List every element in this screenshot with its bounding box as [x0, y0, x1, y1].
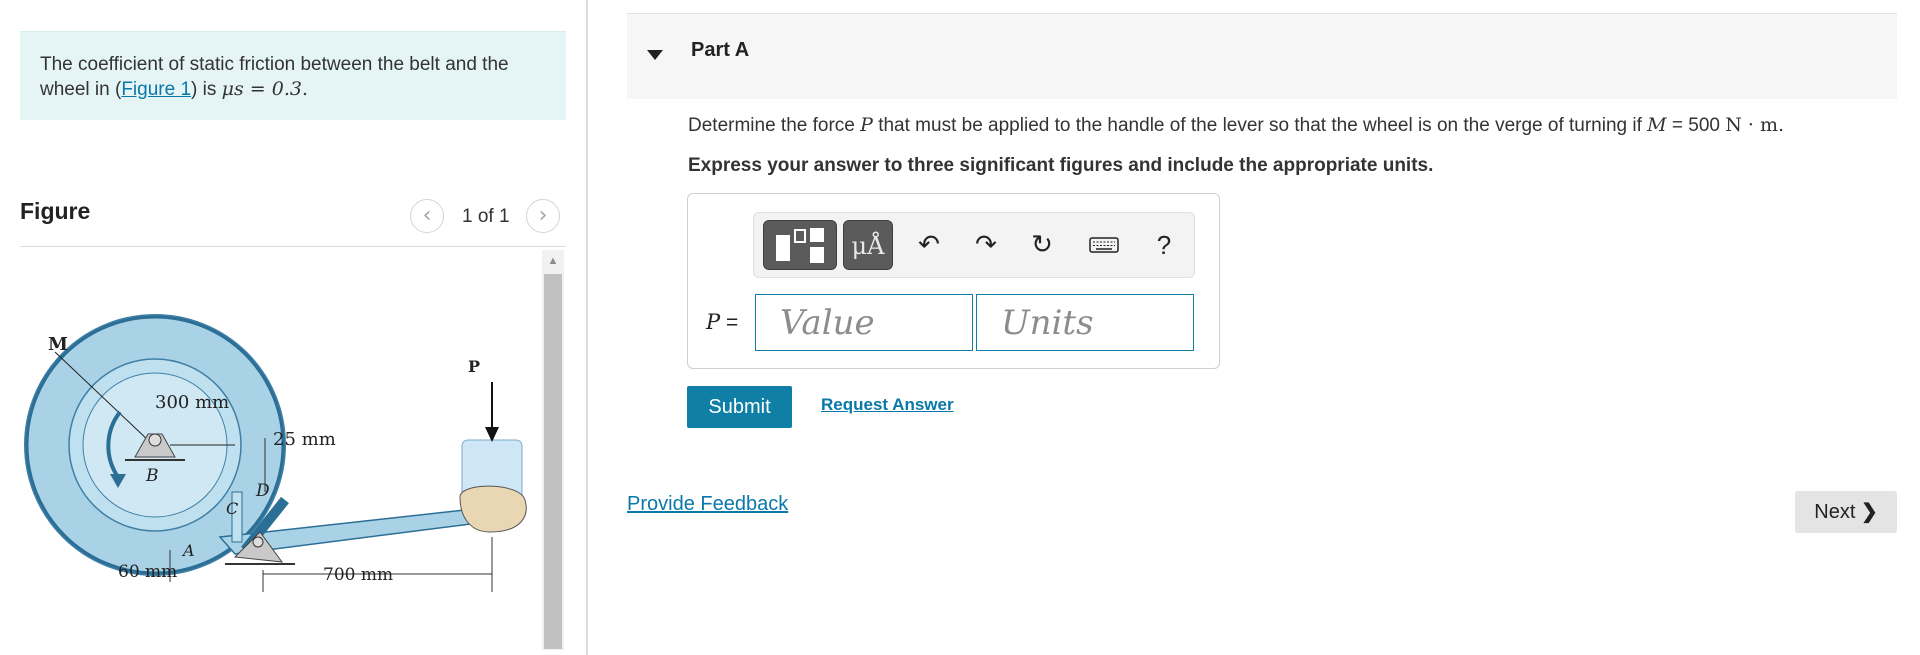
pin-b [148, 433, 162, 447]
chevron-left-icon: ‹ [422, 203, 432, 228]
problem-intro: The coefficient of static friction betwe… [20, 31, 566, 120]
question-units: N · m. [1725, 114, 1785, 136]
value-input[interactable] [755, 294, 973, 351]
chevron-right-icon: › [538, 203, 548, 228]
wheel-lever-diagram: M 300 mm 25 mm B C D A P 60 mm 700 mm [24, 314, 527, 592]
keyboard-icon[interactable] [1084, 225, 1124, 265]
reset-icon[interactable]: ↻ [1022, 225, 1062, 265]
label-gap: 25 mm [273, 429, 336, 450]
label-m: M [48, 334, 68, 355]
figure-heading: Figure [20, 198, 91, 224]
templates-button[interactable] [763, 220, 837, 270]
math-toolbar: μÅ ↶ ↷ ↻ ? [753, 212, 1195, 278]
units-button[interactable]: μÅ [843, 220, 893, 270]
answer-equals: = [720, 311, 739, 334]
question-segment: that must be applied to the handle of th… [872, 115, 1648, 136]
figure-link[interactable]: Figure 1 [121, 79, 191, 100]
label-p: P [468, 357, 480, 376]
answer-label: P = [706, 310, 738, 335]
part-a-header[interactable]: Part A [627, 13, 1897, 99]
label-700: 700 mm [323, 565, 393, 585]
label-a: A [181, 541, 195, 560]
scroll-thumb[interactable] [544, 274, 562, 649]
figure-prev-button[interactable]: ‹ [410, 199, 444, 233]
scroll-up-arrow-icon[interactable]: ▲ [542, 250, 564, 272]
question-value: = 500 [1666, 115, 1726, 136]
caret-down-icon [647, 50, 663, 60]
label-60: 60 mm [118, 562, 177, 582]
figure-navigation: ‹ 1 of 1 › [410, 199, 570, 233]
intro-text-after: ) is [191, 79, 222, 100]
provide-feedback-link[interactable]: Provide Feedback [627, 493, 788, 516]
figure-image: M 300 mm 25 mm B C D A P 60 mm 700 mm [20, 252, 540, 652]
pin-a [252, 536, 264, 548]
label-radius: 300 mm [155, 392, 229, 413]
units-input[interactable] [976, 294, 1194, 351]
figure-counter: 1 of 1 [462, 206, 510, 227]
undo-icon[interactable]: ↶ [909, 225, 949, 265]
label-d: D [255, 481, 270, 501]
chevron-right-icon: ❯ [1860, 501, 1878, 523]
keyboard-svg [1089, 237, 1119, 253]
redo-icon[interactable]: ↷ [966, 225, 1006, 265]
next-button[interactable]: Next ❯ [1795, 491, 1897, 533]
help-button[interactable]: ? [1144, 225, 1184, 265]
answer-variable: P [706, 310, 721, 334]
templates-icon [776, 228, 824, 263]
question-segment: Determine the force [688, 115, 861, 136]
instruction-text: Express your answer to three significant… [688, 155, 1434, 176]
question-text: Determine the force P that must be appli… [688, 114, 1784, 137]
figure-scrollbar[interactable]: ▲ [542, 250, 564, 650]
figure-divider [20, 246, 566, 247]
figure-next-button[interactable]: › [526, 199, 560, 233]
friction-coefficient: μs = 0.3. [221, 78, 308, 100]
question-variable: P [860, 114, 873, 136]
part-title: Part A [691, 39, 750, 61]
label-c: C [226, 499, 238, 518]
question-moment-variable: M [1647, 114, 1667, 136]
next-label: Next [1814, 501, 1856, 523]
answer-box: μÅ ↶ ↷ ↻ ? P = [687, 193, 1220, 369]
hand [459, 485, 527, 533]
label-b: B [145, 466, 159, 486]
request-answer-link[interactable]: Request Answer [821, 395, 954, 415]
submit-button[interactable]: Submit [687, 386, 792, 428]
left-panel: The coefficient of static friction betwe… [0, 0, 588, 655]
